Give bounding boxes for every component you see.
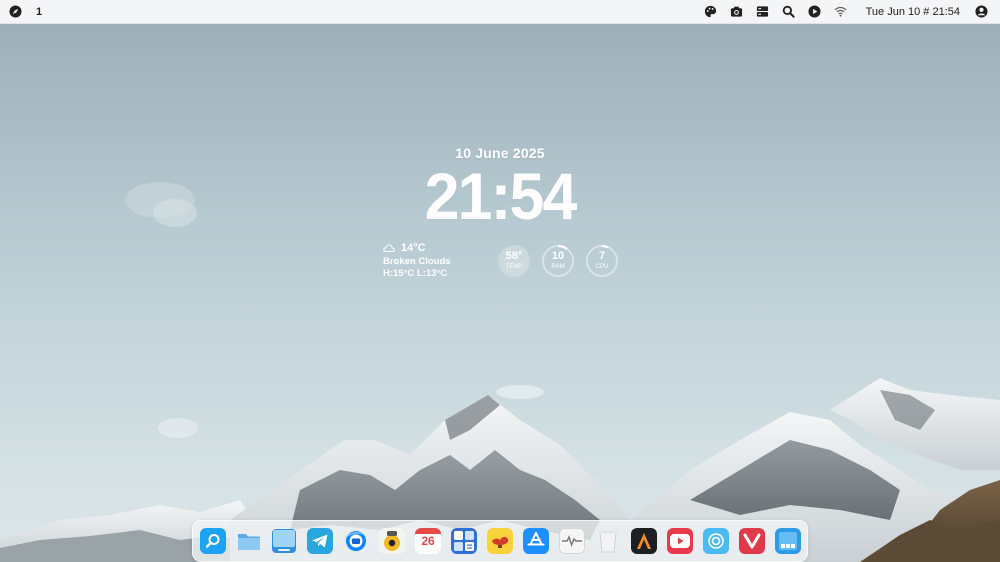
rhythmbox-icon[interactable] bbox=[379, 528, 405, 554]
calendar-day: 26 bbox=[421, 534, 435, 548]
weather-widget: 14°C Broken Clouds H:15°C L:13°C bbox=[383, 242, 451, 280]
mountain-wallpaper-image bbox=[0, 182, 1000, 562]
widget-time: 21:54 bbox=[424, 159, 578, 233]
cpu-gauge: 7 CPU bbox=[585, 244, 619, 278]
ram-value: 10 bbox=[551, 250, 565, 262]
telegram-icon[interactable] bbox=[307, 528, 333, 554]
search-icon[interactable] bbox=[782, 5, 796, 19]
cpu-value: 7 bbox=[598, 250, 606, 262]
weather-high-low: H:15°C L:13°C bbox=[383, 268, 448, 279]
calendar-icon[interactable]: 26 bbox=[415, 528, 441, 554]
ram-label: RAM bbox=[551, 264, 565, 270]
desktop-icon[interactable] bbox=[271, 528, 297, 554]
temp-value: 58° bbox=[505, 250, 523, 262]
thunderbird-icon[interactable] bbox=[343, 528, 369, 554]
compass-icon[interactable] bbox=[8, 5, 22, 19]
palette-icon[interactable] bbox=[704, 5, 718, 19]
youtube-icon[interactable] bbox=[667, 528, 693, 554]
camera-icon[interactable] bbox=[730, 5, 744, 19]
temp-label: TEMP bbox=[505, 264, 523, 270]
temp-gauge: 58° TEMP bbox=[497, 244, 531, 278]
desktop-wallpaper bbox=[0, 0, 1000, 562]
launchpad-icon[interactable] bbox=[775, 528, 801, 554]
workspace-indicator[interactable]: 1 bbox=[36, 6, 42, 18]
account-icon[interactable] bbox=[974, 5, 988, 19]
browser-icon[interactable] bbox=[703, 528, 729, 554]
vivaldi-icon[interactable] bbox=[739, 528, 765, 554]
trash-icon[interactable] bbox=[595, 528, 621, 554]
calculator-icon[interactable] bbox=[451, 528, 477, 554]
wifi-icon[interactable] bbox=[834, 5, 848, 19]
activity-monitor-icon[interactable] bbox=[559, 528, 585, 554]
ram-gauge: 10 RAM bbox=[541, 244, 575, 278]
server-icon[interactable] bbox=[756, 5, 770, 19]
alacritty-icon[interactable] bbox=[631, 528, 657, 554]
app-store-icon[interactable] bbox=[523, 528, 549, 554]
top-panel: 1 Tue Jun 10 # 21:54 bbox=[0, 0, 1000, 24]
finder-search-icon[interactable] bbox=[200, 528, 226, 554]
weather-temp: 14°C bbox=[401, 242, 426, 254]
weather-condition: Broken Clouds bbox=[383, 256, 451, 267]
genie-icon[interactable] bbox=[487, 528, 513, 554]
play-icon[interactable] bbox=[808, 5, 822, 19]
datetime-label[interactable]: Tue Jun 10 # 21:54 bbox=[866, 6, 960, 18]
cloud-icon bbox=[383, 243, 395, 253]
files-icon[interactable] bbox=[236, 528, 262, 554]
dock: 26 bbox=[192, 520, 808, 562]
cpu-label: CPU bbox=[595, 264, 609, 270]
